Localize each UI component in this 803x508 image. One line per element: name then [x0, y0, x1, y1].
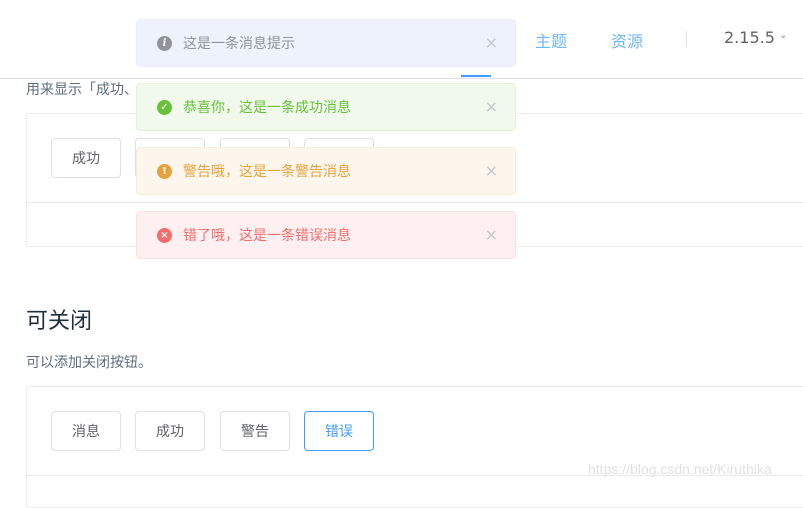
nav-active-indicator [461, 75, 491, 77]
message-toast-warning: ! 警告哦，这是一条警告消息 × [136, 147, 516, 195]
demo-divider [27, 202, 803, 203]
success-icon: ✓ [157, 99, 172, 115]
close-icon[interactable]: × [485, 161, 498, 180]
message-text: 警告哦，这是一条警告消息 [183, 164, 351, 180]
message-toast-success: ✓ 恭喜你，这是一条成功消息 × [136, 83, 516, 131]
chevron-down-icon[interactable]: ⌄ [779, 30, 787, 41]
warning-button[interactable]: 警告 [220, 411, 290, 451]
warning-icon: ! [157, 163, 172, 179]
nav-theme-link[interactable]: 主题 [535, 28, 567, 52]
error-button[interactable]: 错误 [304, 411, 374, 451]
message-text: 恭喜你，这是一条成功消息 [183, 100, 351, 116]
message-toast-info: i 这是一条消息提示 × [136, 19, 516, 67]
watermark: https://blog.csdn.net/Kiruthika [588, 461, 772, 477]
success-button[interactable]: 成功 [135, 411, 205, 451]
error-icon: × [157, 227, 172, 243]
nav-resources-link[interactable]: 资源 [611, 28, 643, 52]
close-icon[interactable]: × [485, 97, 498, 116]
section-description: 用来显示「成功、 [26, 82, 138, 98]
section-title: 可关闭 [26, 309, 93, 334]
nav-separator [686, 31, 687, 47]
message-text: 这是一条消息提示 [183, 36, 295, 52]
close-icon[interactable]: × [485, 225, 498, 244]
message-button[interactable]: 消息 [51, 411, 121, 451]
message-toast-error: × 错了哦，这是一条错误消息 × [136, 211, 516, 259]
success-button[interactable]: 成功 [51, 138, 121, 178]
close-icon[interactable]: × [485, 33, 498, 52]
message-text: 错了哦，这是一条错误消息 [183, 228, 351, 244]
section-description: 可以添加关闭按钮。 [26, 355, 152, 371]
info-icon: i [157, 35, 172, 51]
version-select[interactable]: 2.15.5 [724, 28, 775, 47]
